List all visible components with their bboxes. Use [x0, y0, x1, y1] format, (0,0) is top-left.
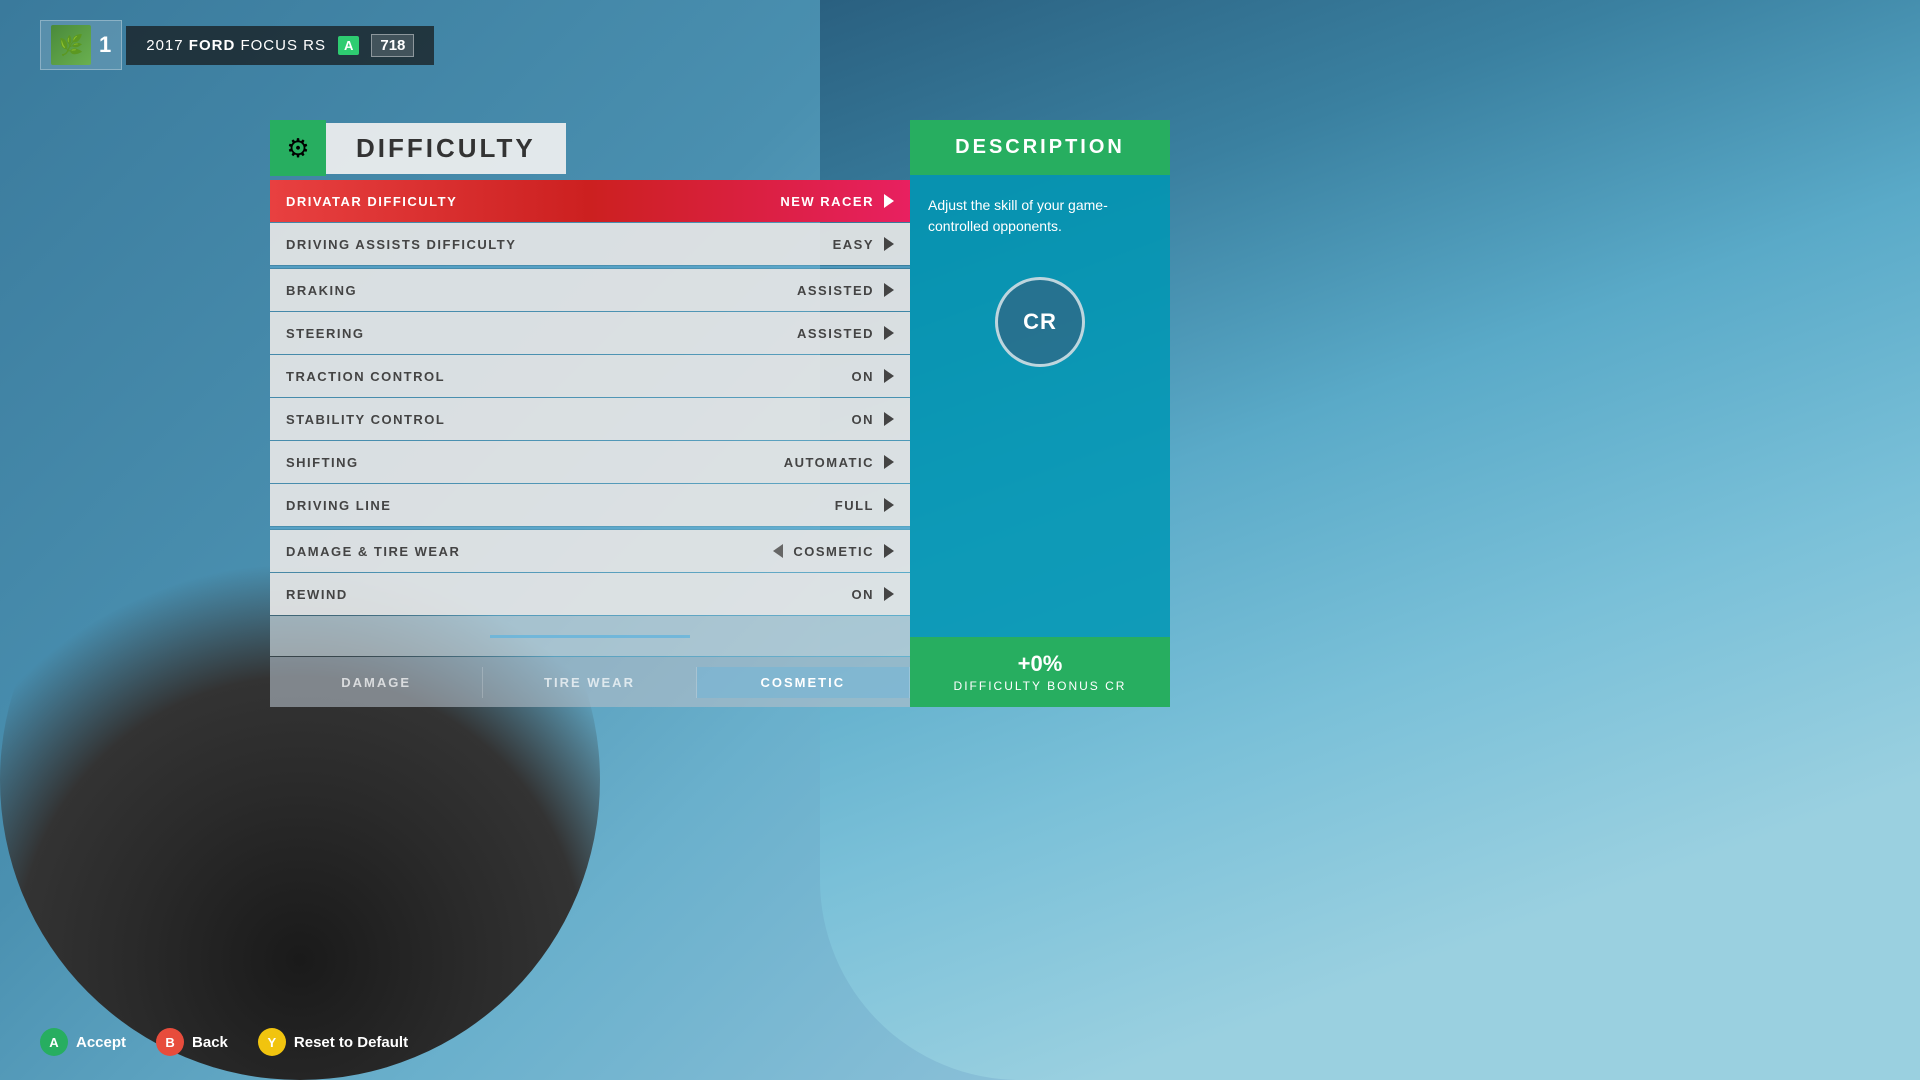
player-avatar: 🌿	[51, 25, 91, 65]
divider-line	[270, 527, 910, 529]
menu-row-7[interactable]: DRIVING LINE FULL	[270, 484, 910, 526]
menu-row-value-text-6: AUTOMATIC	[784, 455, 874, 470]
button-b[interactable]: B	[156, 1028, 184, 1056]
menu-row-label-2: BRAKING	[286, 283, 357, 298]
control-hint-1: B Back	[156, 1028, 228, 1056]
menu-row-label-1: DRIVING ASSISTS DIFFICULTY	[286, 237, 516, 252]
car-year-make: 2017 FORD FOCUS RS	[146, 37, 326, 54]
menu-row-label-6: SHIFTING	[286, 455, 359, 470]
car-class-badge: A	[338, 36, 359, 55]
control-hint-2: Y Reset to Default	[258, 1028, 408, 1056]
arrow-right-icon	[884, 587, 894, 601]
description-header: DESCRIPTION	[910, 120, 1170, 175]
divider-line	[270, 266, 910, 268]
menu-row-label-9: REWIND	[286, 587, 348, 602]
right-section: DESCRIPTION Adjust the skill of your gam…	[910, 120, 1170, 707]
menu-row-4[interactable]: TRACTION CONTROL ON	[270, 355, 910, 397]
car-info: 2017 FORD FOCUS RS A 718	[126, 26, 434, 65]
menu-row-value-9: ON	[852, 587, 895, 602]
menu-row-value-text-8: COSMETIC	[793, 544, 874, 559]
page-title: DIFFICULTY	[356, 133, 536, 164]
menu-row-value-text-0: NEW RACER	[780, 194, 874, 209]
damage-tier-2[interactable]: COSMETIC	[697, 667, 910, 698]
menu-row-label-4: TRACTION CONTROL	[286, 369, 445, 384]
menu-row-6[interactable]: SHIFTING AUTOMATIC	[270, 441, 910, 483]
menu-row-value-3: ASSISTED	[797, 326, 894, 341]
arrow-right-icon	[884, 369, 894, 383]
menu-row-value-text-7: FULL	[835, 498, 874, 513]
menu-row-value-6: AUTOMATIC	[784, 455, 894, 470]
arrow-right-icon	[884, 498, 894, 512]
title-bar: ⚙ DIFFICULTY	[270, 120, 910, 176]
menu-row-value-text-1: EASY	[833, 237, 874, 252]
menu-row-value-1: EASY	[833, 237, 894, 252]
title-text-box: DIFFICULTY	[326, 123, 566, 174]
hint-label-2: Reset to Default	[294, 1034, 408, 1051]
menu-row-2[interactable]: BRAKING ASSISTED	[270, 269, 910, 311]
menu-row-label-3: STEERING	[286, 326, 364, 341]
menu-row-label-0: DRIVATAR DIFFICULTY	[286, 194, 457, 209]
menu-row-value-2: ASSISTED	[797, 283, 894, 298]
arrow-right-icon	[884, 326, 894, 340]
menu-row-5[interactable]: STABILITY CONTROL ON	[270, 398, 910, 440]
menu-row-3[interactable]: STEERING ASSISTED	[270, 312, 910, 354]
arrow-right-icon	[884, 283, 894, 297]
scroll-indicator	[490, 635, 690, 638]
arrow-right-icon	[884, 412, 894, 426]
gear-icon: ⚙	[270, 120, 326, 176]
cr-badge-text: CR	[1023, 309, 1057, 335]
left-section: ⚙ DIFFICULTY DRIVATAR DIFFICULTY NEW RACE…	[270, 120, 910, 707]
damage-tier-1[interactable]: TIRE WEAR	[483, 667, 696, 698]
arrow-left-icon	[773, 544, 783, 558]
main-panel: ⚙ DIFFICULTY DRIVATAR DIFFICULTY NEW RACE…	[270, 120, 1170, 707]
player-level: 1	[99, 32, 111, 58]
bottom-options-bar	[270, 616, 910, 656]
control-hints: A Accept B Back Y Reset to Default	[40, 1028, 408, 1056]
menu-row-value-text-5: ON	[852, 412, 875, 427]
bonus-percent: +0%	[930, 651, 1150, 677]
arrow-right-icon	[884, 194, 894, 208]
menu-row-0[interactable]: DRIVATAR DIFFICULTY NEW RACER	[270, 180, 910, 222]
description-body: Adjust the skill of your game-controlled…	[910, 175, 1170, 637]
menu-list: DRIVATAR DIFFICULTY NEW RACER DRIVING ASSI…	[270, 180, 910, 615]
button-y[interactable]: Y	[258, 1028, 286, 1056]
arrow-right-icon	[884, 237, 894, 251]
header: 🌿 1 2017 FORD FOCUS RS A 718	[40, 20, 434, 70]
arrow-right-icon	[884, 455, 894, 469]
menu-row-value-text-4: ON	[852, 369, 875, 384]
menu-row-9[interactable]: REWIND ON	[270, 573, 910, 615]
description-title: DESCRIPTION	[955, 136, 1125, 158]
menu-row-value-text-9: ON	[852, 587, 875, 602]
arrow-right-icon	[884, 544, 894, 558]
menu-row-value-4: ON	[852, 369, 895, 384]
menu-row-label-7: DRIVING LINE	[286, 498, 391, 513]
damage-tier-area: DAMAGETIRE WEARCOSMETIC	[270, 657, 910, 707]
control-hint-0: A Accept	[40, 1028, 126, 1056]
damage-tier-0[interactable]: DAMAGE	[270, 667, 483, 698]
description-text: Adjust the skill of your game-controlled…	[928, 195, 1152, 237]
menu-row-label-5: STABILITY CONTROL	[286, 412, 445, 427]
menu-row-8[interactable]: DAMAGE & TIRE WEAR COSMETIC	[270, 530, 910, 572]
hint-label-1: Back	[192, 1034, 228, 1051]
hint-label-0: Accept	[76, 1034, 126, 1051]
menu-row-value-text-2: ASSISTED	[797, 283, 874, 298]
cr-badge: CR	[995, 277, 1085, 367]
menu-row-value-7: FULL	[835, 498, 894, 513]
button-a[interactable]: A	[40, 1028, 68, 1056]
player-badge: 🌿 1	[40, 20, 122, 70]
bonus-label: DIFFICULTY BONUS CR	[930, 679, 1150, 693]
menu-row-value-5: ON	[852, 412, 895, 427]
car-rating: 718	[371, 34, 414, 57]
menu-row-value-text-3: ASSISTED	[797, 326, 874, 341]
menu-row-label-8: DAMAGE & TIRE WEAR	[286, 544, 460, 559]
menu-row-1[interactable]: DRIVING ASSISTS DIFFICULTY EASY	[270, 223, 910, 265]
menu-row-value-0: NEW RACER	[780, 194, 894, 209]
bonus-bar: +0% DIFFICULTY BONUS CR	[910, 637, 1170, 707]
menu-row-value-8: COSMETIC	[773, 544, 894, 559]
